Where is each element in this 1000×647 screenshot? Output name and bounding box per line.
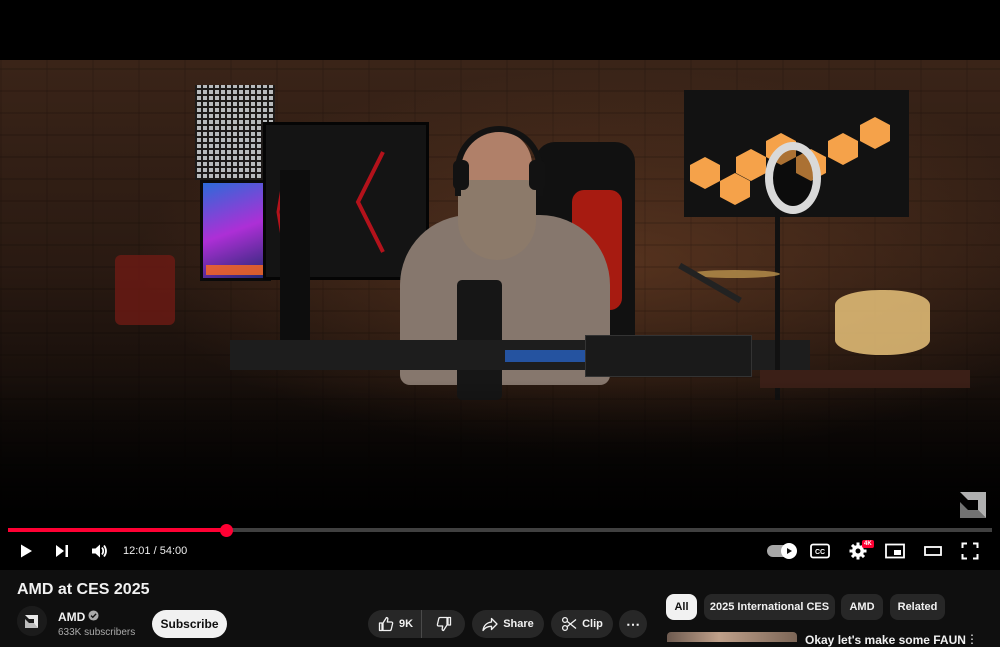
current-time: 12:01	[123, 545, 151, 557]
autoplay-toggle[interactable]	[767, 543, 797, 559]
monitor-stand	[280, 170, 310, 350]
video-player[interactable]: 12:01 / 54:00 CC 4K	[0, 0, 1000, 570]
autoplay-play-icon	[787, 548, 792, 554]
like-count: 9K	[399, 618, 414, 630]
chip-2025-international-ces[interactable]: 2025 International CES	[704, 594, 835, 620]
verified-icon	[88, 610, 99, 621]
next-icon	[56, 545, 68, 557]
duration: 54:00	[159, 545, 188, 557]
share-label: Share	[503, 618, 534, 630]
recommendation-thumbnail[interactable]	[667, 632, 797, 642]
cc-icon: CC	[810, 543, 830, 559]
progress-played	[8, 528, 227, 532]
autoplay-knob	[781, 543, 797, 559]
like-dislike-group: 9K	[368, 610, 465, 638]
audio-interface	[585, 335, 752, 377]
like-button[interactable]: 9K	[368, 610, 422, 638]
chip-related[interactable]: Related	[890, 594, 945, 620]
video-frame[interactable]	[0, 60, 1000, 510]
recommendation-title[interactable]: Okay let's make some FAUN	[805, 633, 966, 647]
play-button[interactable]	[14, 534, 38, 568]
fullscreen-button[interactable]	[958, 534, 982, 568]
chip-amd[interactable]: AMD	[841, 594, 883, 620]
channel-name[interactable]: AMD	[58, 610, 85, 624]
next-button[interactable]	[50, 534, 74, 568]
video-title: AMD at CES 2025	[17, 581, 150, 598]
quality-badge: 4K	[862, 540, 874, 548]
volume-icon	[92, 544, 107, 558]
share-button[interactable]: Share	[472, 610, 544, 638]
more-actions-icon: ⋯	[626, 615, 640, 632]
clip-label: Clip	[582, 618, 603, 630]
frame-bottom-shade	[0, 380, 1000, 510]
captions-button[interactable]: CC	[808, 534, 832, 568]
miniplayer-button[interactable]	[883, 534, 907, 568]
ring-light	[765, 142, 821, 214]
theater-icon	[924, 546, 942, 556]
share-icon	[482, 617, 498, 632]
chip-all[interactable]: All	[666, 594, 697, 620]
subscriber-count: 633K subscribers	[58, 627, 136, 638]
svg-text:CC: CC	[815, 549, 825, 556]
progress-bar[interactable]	[8, 523, 992, 537]
clip-button[interactable]: Clip	[551, 610, 613, 638]
scissors-icon	[562, 616, 577, 632]
thumbs-up-icon	[378, 616, 394, 632]
play-icon	[21, 544, 32, 558]
drum	[835, 290, 930, 355]
dislike-button[interactable]	[422, 610, 465, 638]
recommendation-menu-icon[interactable]: ⋮	[966, 632, 978, 646]
amd-watermark-icon	[960, 492, 986, 518]
subscribe-button[interactable]: Subscribe	[152, 610, 227, 638]
fullscreen-icon	[961, 542, 979, 560]
theater-button[interactable]	[921, 534, 945, 568]
keyboard-lights	[505, 350, 585, 362]
time-separator: /	[150, 545, 160, 557]
headphone-cup-right	[529, 160, 545, 190]
headphone-cup-left	[453, 160, 469, 190]
channel-avatar[interactable]	[17, 606, 47, 636]
red-chair-left	[115, 255, 175, 325]
miniplayer-icon	[885, 543, 905, 559]
thumbs-down-icon	[436, 616, 451, 632]
amd-logo-icon	[17, 606, 47, 636]
player-controls: 12:01 / 54:00 CC 4K	[0, 534, 1000, 568]
time-display: 12:01 / 54:00	[123, 534, 187, 568]
volume-button[interactable]	[87, 534, 111, 568]
more-actions-button[interactable]: ⋯	[619, 610, 647, 638]
